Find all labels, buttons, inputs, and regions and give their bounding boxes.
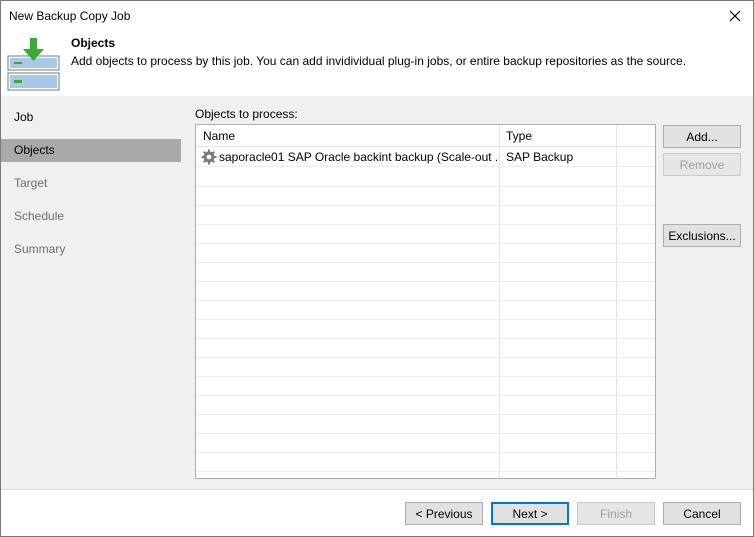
title-bar: New Backup Copy Job	[1, 1, 753, 31]
close-icon	[729, 10, 741, 22]
table-row	[196, 396, 655, 415]
table-row	[196, 415, 655, 434]
table-row	[196, 187, 655, 206]
step-target[interactable]: Target	[1, 172, 181, 195]
table-row	[196, 168, 655, 187]
step-schedule[interactable]: Schedule	[1, 205, 181, 228]
cancel-button[interactable]: Cancel	[663, 502, 741, 525]
previous-button[interactable]: < Previous	[405, 502, 483, 525]
table-row	[196, 358, 655, 377]
table-row	[196, 453, 655, 472]
next-button[interactable]: Next >	[491, 502, 569, 525]
table-row	[196, 339, 655, 358]
table-row	[196, 225, 655, 244]
table-row	[196, 244, 655, 263]
exclusions-button[interactable]: Exclusions...	[663, 224, 741, 247]
table-row	[196, 282, 655, 301]
step-job[interactable]: Job	[1, 106, 181, 129]
step-description: Add objects to process by this job. You …	[71, 54, 687, 68]
column-header-type[interactable]: Type	[499, 125, 616, 147]
table-row	[196, 206, 655, 225]
objects-panel: Objects to process: Name Type saporacle0…	[182, 96, 753, 489]
table-row	[196, 434, 655, 453]
finish-button[interactable]: Finish	[577, 502, 655, 525]
step-summary[interactable]: Summary	[1, 238, 181, 261]
wizard-steps: Job Objects Target Schedule Summary	[1, 96, 182, 489]
step-title: Objects	[71, 36, 116, 50]
gear-icon	[201, 149, 219, 168]
window-title: New Backup Copy Job	[9, 9, 131, 23]
objects-list-header: Name Type	[196, 125, 655, 147]
backup-copy-logo	[7, 37, 61, 91]
object-type: SAP Backup	[506, 150, 574, 164]
wizard-footer: < Previous Next > Finish Cancel	[1, 489, 753, 536]
table-row[interactable]: saporacle01 SAP Oracle backint backup (S…	[196, 148, 655, 167]
objects-list[interactable]: Name Type saporacle01 SAP Oracle backint…	[195, 124, 656, 479]
close-button[interactable]	[723, 4, 747, 28]
object-name: saporacle01 SAP Oracle backint backup (S…	[219, 150, 497, 164]
backup-copy-job-wizard: New Backup Copy Job Objects Add objects …	[0, 0, 754, 537]
add-button[interactable]: Add...	[663, 125, 741, 148]
table-row	[196, 263, 655, 282]
wizard-header: Objects Add objects to process by this j…	[1, 31, 753, 96]
table-row	[196, 377, 655, 396]
remove-button[interactable]: Remove	[663, 153, 741, 176]
backup-copy-icon	[7, 38, 60, 91]
column-header-name[interactable]: Name	[196, 125, 499, 147]
table-row	[196, 320, 655, 339]
step-objects[interactable]: Objects	[1, 139, 181, 162]
table-row	[196, 301, 655, 320]
objects-to-process-label: Objects to process:	[195, 107, 298, 121]
